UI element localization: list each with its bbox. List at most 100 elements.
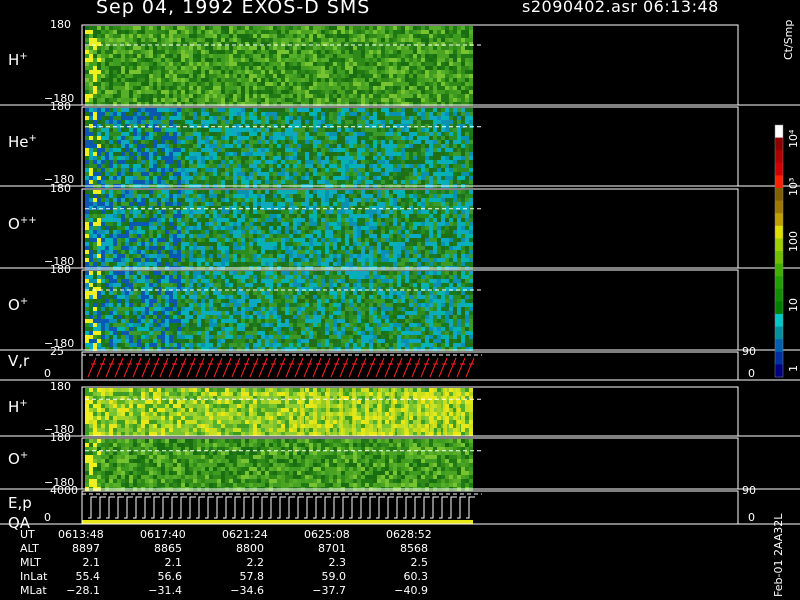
- spectrogram-cell: [301, 218, 305, 222]
- spectrogram-cell: [441, 38, 445, 42]
- spectrogram-cell: [249, 38, 253, 42]
- spectrogram-cell: [185, 74, 189, 78]
- spectrogram-cell: [221, 168, 225, 172]
- spectrogram-cell: [157, 116, 161, 120]
- spectrogram-cell: [269, 242, 273, 246]
- spectrogram-cell: [397, 38, 401, 42]
- spectrogram-cell: [265, 156, 269, 160]
- spectrogram-cell: [253, 38, 257, 42]
- spectrogram-cell: [313, 144, 317, 148]
- spectrogram-cell: [153, 156, 157, 160]
- spectrogram-cell: [465, 38, 469, 42]
- spectrogram-cell: [293, 238, 297, 242]
- spectrogram-cell: [257, 116, 261, 120]
- spectrogram-cell: [421, 70, 425, 74]
- spectrogram-cell: [321, 74, 325, 78]
- spectrogram-cell: [225, 46, 229, 50]
- spectrogram-cell: [425, 116, 429, 120]
- spectrogram-cell: [85, 242, 89, 246]
- spectrogram-cell: [401, 98, 405, 102]
- spectrogram-cell: [93, 30, 97, 34]
- spectrogram-cell: [225, 254, 229, 258]
- spectrogram-cell: [189, 176, 193, 180]
- spectrogram-cell: [161, 164, 165, 168]
- spectrogram-cell: [117, 70, 121, 74]
- spectrogram-cell: [213, 136, 217, 140]
- spectrogram-cell: [241, 124, 245, 128]
- spectrogram-cell: [389, 98, 393, 102]
- spectrogram-cell: [113, 116, 117, 120]
- spectrogram-cell: [453, 58, 457, 62]
- spectrogram-cell: [197, 238, 201, 242]
- spectrogram-cell: [421, 98, 425, 102]
- spectrogram-cell: [357, 152, 361, 156]
- spectrogram-cell: [209, 226, 213, 230]
- spectrogram-cell: [321, 176, 325, 180]
- spectrogram-cell: [253, 116, 257, 120]
- spectrogram-cell: [389, 54, 393, 58]
- spectrogram-cell: [353, 160, 357, 164]
- spectrogram-cell: [229, 198, 233, 202]
- spectrogram-cell: [369, 144, 373, 148]
- spectrogram-cell: [241, 140, 245, 144]
- spectrogram-cell: [233, 156, 237, 160]
- spectrogram-cell: [165, 140, 169, 144]
- spectrogram-cell: [433, 112, 437, 116]
- spectrogram-cell: [417, 94, 421, 98]
- spectrogram-cell: [213, 70, 217, 74]
- spectrogram-cell: [145, 50, 149, 54]
- spectrogram-cell: [429, 54, 433, 58]
- spectrogram-cell: [261, 222, 265, 226]
- spectrogram-cell: [85, 218, 89, 222]
- spectrogram-cell: [305, 30, 309, 34]
- spectrogram-cell: [273, 206, 277, 210]
- spectrogram-cell: [253, 194, 257, 198]
- spectrogram-cell: [301, 194, 305, 198]
- spectrogram-cell: [385, 46, 389, 50]
- spectrogram-cell: [281, 246, 285, 250]
- spectrogram-cell: [305, 148, 309, 152]
- spectrogram-cell: [85, 172, 89, 176]
- spectrogram-cell: [241, 202, 245, 206]
- spectrogram-cell: [85, 140, 89, 144]
- spectrogram-cell: [145, 230, 149, 234]
- spectrogram-cell: [189, 140, 193, 144]
- spectrogram-cell: [337, 98, 341, 102]
- spectrogram-cell: [337, 66, 341, 70]
- spectrogram-cell: [417, 152, 421, 156]
- spectrogram-cell: [393, 136, 397, 140]
- spectrogram-cell: [293, 124, 297, 128]
- spectrogram-cell: [465, 62, 469, 66]
- spectrogram-cell: [317, 78, 321, 82]
- spectrogram-cell: [253, 152, 257, 156]
- spectrogram-cell: [145, 190, 149, 194]
- spectrogram-cell: [121, 198, 125, 202]
- spectrogram-cell: [441, 62, 445, 66]
- spectrogram-cell: [193, 180, 197, 184]
- spectrogram-cell: [117, 116, 121, 120]
- spectrogram-cell: [177, 116, 181, 120]
- spectrogram-cell: [241, 74, 245, 78]
- spectrogram-cell: [309, 120, 313, 124]
- spectrogram-cell: [201, 230, 205, 234]
- spectrogram-cell: [321, 144, 325, 148]
- spectrogram-cell: [121, 54, 125, 58]
- spectrogram-cell: [425, 180, 429, 184]
- spectrogram-cell: [193, 262, 197, 266]
- spectrogram-cell: [281, 128, 285, 132]
- spectrogram-cell: [273, 194, 277, 198]
- spectrogram-cell: [457, 34, 461, 38]
- spectrogram-cell: [213, 112, 217, 116]
- spectrogram-cell: [141, 176, 145, 180]
- spectrogram-cell: [125, 86, 129, 90]
- spectrogram-cell: [141, 136, 145, 140]
- spectrogram-cell: [429, 86, 433, 90]
- spectrogram-cell: [161, 160, 165, 164]
- spectrogram-cell: [453, 152, 457, 156]
- spectrogram-cell: [117, 156, 121, 160]
- spectrogram-cell: [193, 214, 197, 218]
- spectrogram-cell: [125, 30, 129, 34]
- spectrogram-cell: [233, 152, 237, 156]
- spectrogram-cell: [189, 194, 193, 198]
- spectrogram-cell: [225, 246, 229, 250]
